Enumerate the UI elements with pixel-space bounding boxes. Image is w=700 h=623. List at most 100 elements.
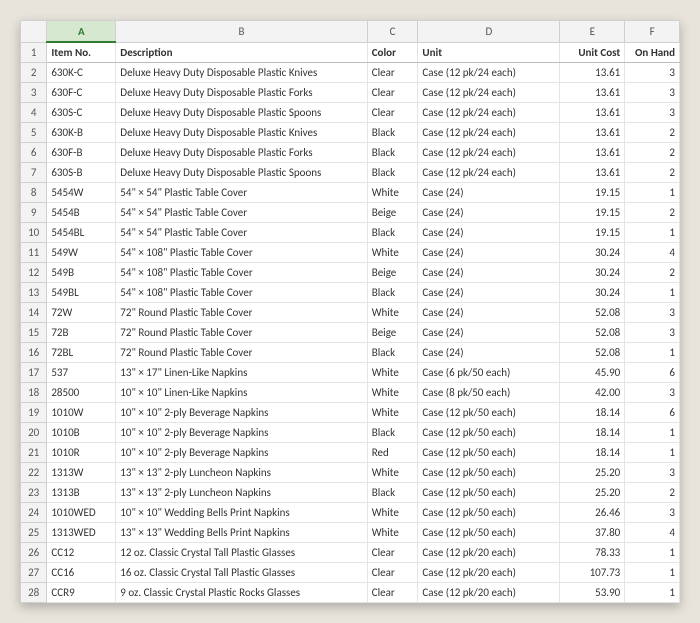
cell-unit[interactable]: Case (12 pk/20 each) [418, 563, 560, 583]
cell-color[interactable]: Black [367, 163, 418, 183]
cell-item-no[interactable]: 5454BL [47, 223, 116, 243]
cell-description[interactable]: 12 oz. Classic Crystal Tall Plastic Glas… [116, 543, 367, 563]
cell-on-hand[interactable]: 2 [625, 203, 680, 223]
cell-unit-cost[interactable]: 25.20 [560, 483, 625, 503]
cell-description[interactable]: 13" × 17" Linen-Like Napkins [116, 363, 367, 383]
cell-color[interactable]: White [367, 463, 418, 483]
cell-color[interactable]: Beige [367, 263, 418, 283]
row-header[interactable]: 7 [21, 163, 47, 183]
row-header[interactable]: 24 [21, 503, 47, 523]
cell-unit[interactable]: Case (24) [418, 223, 560, 243]
cell-on-hand[interactable]: 4 [625, 523, 680, 543]
column-header-a[interactable]: A [47, 21, 116, 43]
row-header[interactable]: 11 [21, 243, 47, 263]
column-header-f[interactable]: F [625, 21, 680, 43]
cell-color[interactable]: White [367, 183, 418, 203]
cell-on-hand[interactable]: 2 [625, 123, 680, 143]
cell-on-hand[interactable]: 3 [625, 63, 680, 83]
column-header-e[interactable]: E [560, 21, 625, 43]
cell-item-no[interactable]: 72B [47, 323, 116, 343]
cell-unit-cost[interactable]: 37.80 [560, 523, 625, 543]
cell-on-hand[interactable]: 3 [625, 463, 680, 483]
column-header-b[interactable]: B [116, 21, 367, 43]
cell-unit-cost[interactable]: 13.61 [560, 63, 625, 83]
cell-description[interactable]: 54" × 54" Plastic Table Cover [116, 223, 367, 243]
cell-unit-cost[interactable]: 42.00 [560, 383, 625, 403]
cell-description[interactable]: 10" × 10" Wedding Bells Print Napkins [116, 503, 367, 523]
cell-color[interactable]: Red [367, 443, 418, 463]
row-header[interactable]: 2 [21, 63, 47, 83]
header-unit-cost[interactable]: Unit Cost [560, 42, 625, 63]
cell-item-no[interactable]: 1313B [47, 483, 116, 503]
row-header[interactable]: 20 [21, 423, 47, 443]
cell-unit[interactable]: Case (12 pk/50 each) [418, 443, 560, 463]
row-header[interactable]: 19 [21, 403, 47, 423]
header-color[interactable]: Color [367, 42, 418, 63]
cell-description[interactable]: 54" × 108" Plastic Table Cover [116, 263, 367, 283]
spreadsheet-grid[interactable]: A B C D E F 1Item No.DescriptionColorUni… [20, 20, 680, 603]
cell-unit-cost[interactable]: 30.24 [560, 243, 625, 263]
cell-on-hand[interactable]: 1 [625, 283, 680, 303]
cell-item-no[interactable]: 630S-C [47, 103, 116, 123]
cell-color[interactable]: Black [367, 123, 418, 143]
cell-description[interactable]: Deluxe Heavy Duty Disposable Plastic Spo… [116, 103, 367, 123]
cell-on-hand[interactable]: 2 [625, 143, 680, 163]
cell-color[interactable]: Black [367, 143, 418, 163]
cell-unit[interactable]: Case (12 pk/20 each) [418, 583, 560, 603]
cell-color[interactable]: Black [367, 343, 418, 363]
cell-description[interactable]: 13" × 13" 2-ply Luncheon Napkins [116, 463, 367, 483]
header-on-hand[interactable]: On Hand [625, 42, 680, 63]
cell-color[interactable]: Clear [367, 63, 418, 83]
cell-on-hand[interactable]: 1 [625, 443, 680, 463]
cell-item-no[interactable]: 630K-C [47, 63, 116, 83]
cell-color[interactable]: Beige [367, 323, 418, 343]
cell-on-hand[interactable]: 1 [625, 563, 680, 583]
cell-description[interactable]: Deluxe Heavy Duty Disposable Plastic For… [116, 143, 367, 163]
row-header[interactable]: 8 [21, 183, 47, 203]
row-header[interactable]: 9 [21, 203, 47, 223]
cell-unit[interactable]: Case (24) [418, 263, 560, 283]
cell-unit[interactable]: Case (12 pk/24 each) [418, 103, 560, 123]
row-header[interactable]: 28 [21, 583, 47, 603]
cell-description[interactable]: 54" × 108" Plastic Table Cover [116, 283, 367, 303]
cell-unit[interactable]: Case (24) [418, 343, 560, 363]
row-header[interactable]: 21 [21, 443, 47, 463]
cell-on-hand[interactable]: 2 [625, 163, 680, 183]
cell-item-no[interactable]: 630F-B [47, 143, 116, 163]
cell-description[interactable]: 10" × 10" 2-ply Beverage Napkins [116, 423, 367, 443]
cell-color[interactable]: Black [367, 423, 418, 443]
cell-description[interactable]: 72" Round Plastic Table Cover [116, 303, 367, 323]
cell-color[interactable]: White [367, 363, 418, 383]
cell-on-hand[interactable]: 1 [625, 183, 680, 203]
row-header[interactable]: 25 [21, 523, 47, 543]
cell-item-no[interactable]: 1313W [47, 463, 116, 483]
cell-item-no[interactable]: 1010WED [47, 503, 116, 523]
row-header[interactable]: 18 [21, 383, 47, 403]
cell-description[interactable]: 54" × 108" Plastic Table Cover [116, 243, 367, 263]
column-header-d[interactable]: D [418, 21, 560, 43]
cell-item-no[interactable]: 5454W [47, 183, 116, 203]
cell-description[interactable]: Deluxe Heavy Duty Disposable Plastic Kni… [116, 63, 367, 83]
row-header[interactable]: 14 [21, 303, 47, 323]
cell-color[interactable]: White [367, 403, 418, 423]
row-header[interactable]: 1 [21, 42, 47, 63]
cell-unit[interactable]: Case (24) [418, 243, 560, 263]
column-header-c[interactable]: C [367, 21, 418, 43]
cell-item-no[interactable]: CC16 [47, 563, 116, 583]
cell-item-no[interactable]: 5454B [47, 203, 116, 223]
cell-color[interactable]: Black [367, 283, 418, 303]
cell-unit[interactable]: Case (12 pk/50 each) [418, 503, 560, 523]
row-header[interactable]: 16 [21, 343, 47, 363]
row-header[interactable]: 17 [21, 363, 47, 383]
header-item-no[interactable]: Item No. [47, 42, 116, 63]
cell-description[interactable]: Deluxe Heavy Duty Disposable Plastic Spo… [116, 163, 367, 183]
cell-unit[interactable]: Case (12 pk/24 each) [418, 83, 560, 103]
cell-on-hand[interactable]: 6 [625, 403, 680, 423]
cell-description[interactable]: 72" Round Plastic Table Cover [116, 343, 367, 363]
cell-description[interactable]: 10" × 10" 2-ply Beverage Napkins [116, 403, 367, 423]
cell-unit[interactable]: Case (24) [418, 283, 560, 303]
cell-unit-cost[interactable]: 13.61 [560, 123, 625, 143]
cell-color[interactable]: White [367, 503, 418, 523]
cell-on-hand[interactable]: 2 [625, 263, 680, 283]
cell-unit-cost[interactable]: 53.90 [560, 583, 625, 603]
